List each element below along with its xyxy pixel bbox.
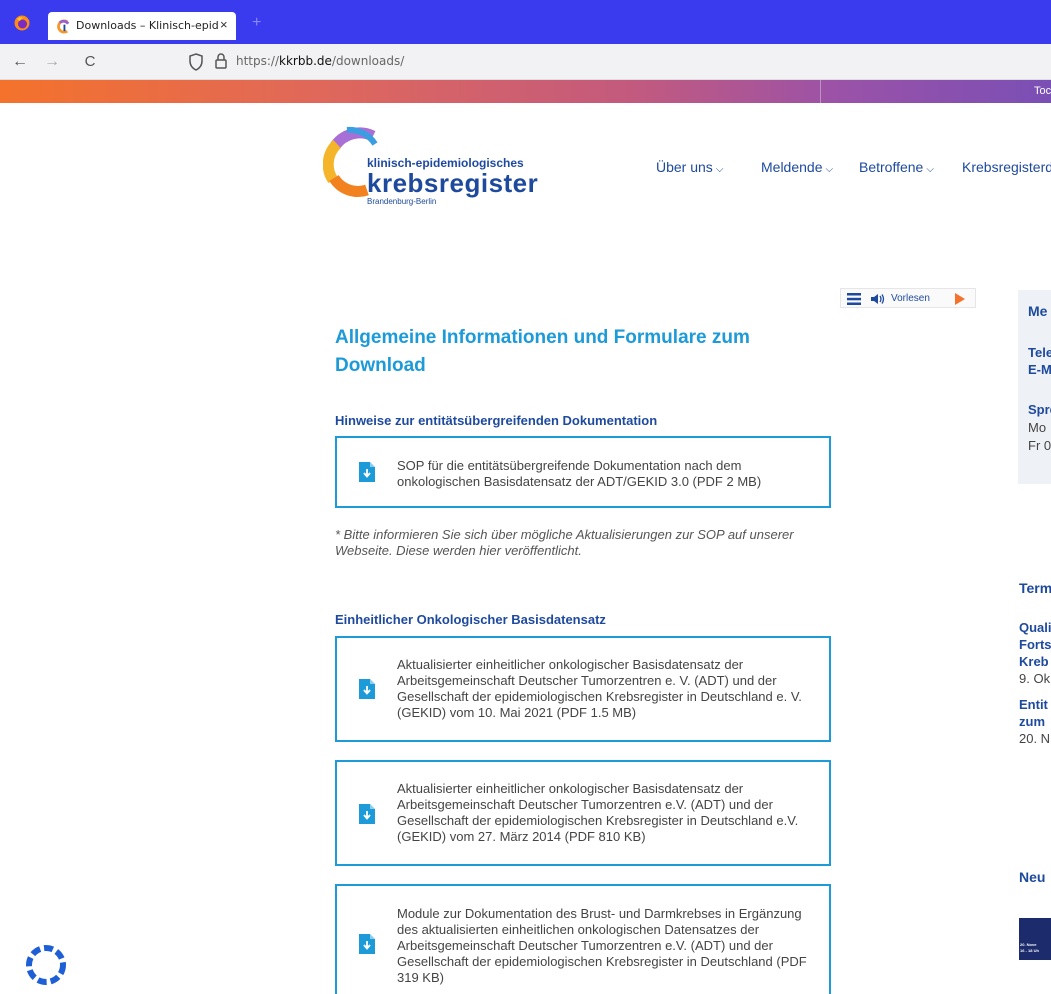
top-bar-divider: [820, 80, 821, 103]
read-aloud-widget[interactable]: Vorlesen: [840, 288, 976, 308]
forward-arrow-icon[interactable]: →: [42, 52, 62, 72]
chevron-down-icon: ⌵: [926, 164, 934, 175]
logo-text-line2: krebsregister: [367, 168, 539, 198]
url-text: https://kkrbb.de/downloads/: [236, 54, 405, 68]
site-logo[interactable]: klinisch-epidemiologisches krebsregister…: [323, 122, 538, 206]
nav-item-betroffene[interactable]: Betroffene ⌵: [859, 159, 934, 175]
url-bar[interactable]: https://kkrbb.de/downloads/: [180, 49, 1051, 75]
new-tab-button[interactable]: +: [252, 14, 261, 32]
download-link-text[interactable]: Aktualisierter einheitlicher onkologisch…: [397, 781, 817, 845]
news-heading: Neu: [1019, 869, 1046, 885]
chevron-down-icon: ⌵: [825, 164, 834, 175]
nav-item-ueber-uns[interactable]: Über uns ⌵: [656, 159, 723, 175]
back-arrow-icon[interactable]: ←: [10, 52, 30, 72]
nav-item-meldende[interactable]: Meldende ⌵: [761, 159, 833, 175]
tab-title: Downloads – Klinisch-epidemic: [76, 19, 218, 32]
event-title-line[interactable]: Kreb: [1019, 654, 1049, 669]
office-hours-line1: Mo: [1028, 420, 1047, 435]
download-link-text[interactable]: Module zur Dokumentation des Brust- und …: [397, 906, 817, 986]
close-tab-icon[interactable]: ×: [220, 17, 228, 32]
pdf-download-icon: [359, 679, 375, 699]
read-aloud-label[interactable]: Vorlesen: [891, 293, 930, 304]
event-title-line[interactable]: Quali: [1019, 620, 1051, 635]
pdf-download-icon: [359, 462, 375, 482]
section-heading-documentation: Hinweise zur entitätsübergreifenden Doku…: [335, 413, 658, 428]
contact-phone-label: Tele: [1028, 345, 1051, 360]
event-title-line[interactable]: zum: [1019, 714, 1045, 729]
download-item[interactable]: Aktualisierter einheitlicher onkologisch…: [335, 636, 831, 742]
chevron-down-icon: ⌵: [715, 164, 724, 175]
reload-icon[interactable]: C: [80, 52, 100, 72]
pdf-download-icon: [359, 804, 375, 824]
shield-icon[interactable]: [188, 53, 204, 71]
event-date: 20. N: [1019, 731, 1051, 746]
promo-text-line2: 16 - 18 Uh: [1020, 948, 1039, 953]
section-heading-basisdatensatz: Einheitlicher Onkologischer Basisdatensa…: [335, 612, 606, 627]
event-date: 9. Ok: [1019, 671, 1051, 686]
browser-tab-active[interactable]: Downloads – Klinisch-epidemic ×: [48, 12, 236, 40]
download-item[interactable]: Module zur Dokumentation des Brust- und …: [335, 884, 831, 994]
news-promo-image[interactable]: 20. Nove 16 - 18 Uh: [1019, 918, 1051, 960]
firefox-icon[interactable]: [14, 15, 30, 31]
office-hours-label: Spre: [1028, 402, 1051, 417]
event-title-line[interactable]: Entit: [1019, 697, 1048, 712]
sop-update-note: * Bitte informieren Sie sich über möglic…: [335, 527, 794, 558]
download-item[interactable]: Aktualisierter einheitlicher onkologisch…: [335, 760, 831, 866]
lock-icon[interactable]: [214, 52, 228, 70]
download-item[interactable]: SOP für die entitätsübergreifende Dokume…: [335, 436, 831, 508]
top-bar-link[interactable]: Toc: [1034, 85, 1051, 97]
promo-text-line1: 20. Nove: [1020, 942, 1037, 947]
contact-box: Me Tele E-M Spre Mo Fr 0: [1018, 290, 1051, 484]
office-hours-line2: Fr 0: [1028, 438, 1051, 453]
browser-nav-bar: ← → C https://kkrbb.de/downloads/: [0, 44, 1051, 80]
speaker-icon: [871, 294, 885, 304]
accessibility-widget-icon[interactable]: [26, 945, 66, 985]
events-heading: Term: [1019, 580, 1051, 596]
contact-email-label: E-M: [1028, 362, 1051, 377]
logo-text-line3: Brandenburg-Berlin: [367, 197, 437, 206]
top-gradient-bar: [0, 80, 1051, 103]
download-link-text[interactable]: Aktualisierter einheitlicher onkologisch…: [397, 657, 817, 721]
menu-icon[interactable]: [847, 293, 861, 305]
nav-item-krebsregister[interactable]: Krebsregisterd: [962, 159, 1051, 175]
site-favicon-icon: [57, 19, 70, 34]
download-link-text[interactable]: SOP für die entitätsübergreifende Dokume…: [397, 458, 817, 490]
event-title-line[interactable]: Forts: [1019, 637, 1051, 652]
browser-tab-bar: Downloads – Klinisch-epidemic × +: [0, 0, 1051, 44]
pdf-download-icon: [359, 934, 375, 954]
play-icon[interactable]: [955, 293, 965, 305]
page-title: Allgemeine Informationen und Formulare z…: [335, 327, 750, 376]
contact-box-title: Me: [1028, 303, 1048, 319]
